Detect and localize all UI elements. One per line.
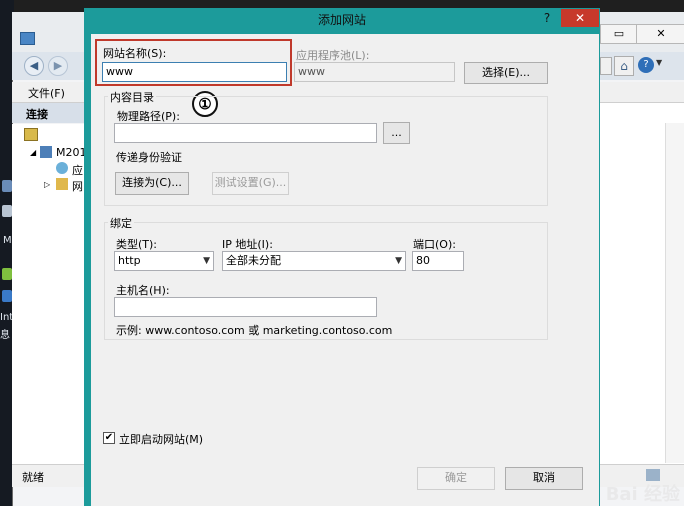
dialog-title: 添加网站 [317,13,366,27]
sites-icon [56,178,68,190]
address-toolbar-right: ⌂ ? ▼ [598,52,684,80]
toolbar-icon[interactable] [600,57,612,75]
passthrough-auth-label: 传递身份验证 [116,151,182,164]
tree-expand-icon[interactable]: ▷ [44,180,50,189]
cancel-button[interactable]: 取消 [505,467,583,490]
window-restore-button[interactable]: ▭ [600,24,638,44]
site-name-highlight-box [95,39,292,86]
ip-address-value: 全部未分配 [226,254,281,267]
select-app-pool-button[interactable]: 选择(E)... [464,62,548,84]
forward-icon[interactable]: ▶ [48,56,68,76]
chevron-down-icon: ▼ [395,256,402,266]
chevron-down-icon: ▼ [203,256,210,266]
desktop-label: M [3,235,12,246]
connect-icon[interactable] [24,128,38,141]
tree-item-server[interactable]: M201 [56,146,87,159]
type-label: 类型(T): [116,238,158,251]
app-icon [20,32,35,45]
test-settings-button: 测试设置(G)... [212,172,289,195]
tree-expand-icon[interactable]: ◢ [30,148,36,157]
connections-header: 连接 [12,103,84,123]
physical-path-input[interactable] [114,123,377,143]
tree-item-sites[interactable]: 网 [72,178,83,194]
desktop-icon[interactable] [2,205,12,217]
hostname-label: 主机名(H): [116,284,170,297]
desktop-label: 息 [0,330,10,341]
app-pool-input: www [294,62,455,82]
help-icon[interactable]: ? [638,57,654,73]
desktop-icon[interactable] [2,268,12,280]
baidu-watermark: Bai 经验 [605,484,680,505]
binding-type-select[interactable]: http ▼ [114,251,214,271]
status-text: 就绪 [22,471,44,484]
connections-header-label: 连接 [26,108,48,121]
physical-path-label: 物理路径(P): [117,110,180,123]
hostname-input[interactable] [114,297,377,317]
ip-address-select[interactable]: 全部未分配 ▼ [222,251,406,271]
server-icon [40,146,52,158]
ip-address-label: IP 地址(I): [222,238,273,251]
desktop-icon[interactable] [2,180,12,192]
menu-file[interactable]: 文件(F) [28,85,65,101]
desktop-icon[interactable] [2,290,12,302]
app-pool-label: 应用程序池(L): [296,49,370,62]
start-immediately-checkbox[interactable]: ✔ [103,432,115,444]
connections-tree: ◢ M201 应 ▷ 网 [12,124,87,464]
chevron-down-icon[interactable]: ▼ [656,58,662,67]
back-icon[interactable]: ◀ [24,56,44,76]
window-close-button[interactable]: ✕ [636,24,684,44]
connect-as-button[interactable]: 连接为(C)... [115,172,189,195]
tree-item-app-pools[interactable]: 应 [72,162,83,178]
dialog-help-button[interactable]: ? [540,9,554,27]
ok-button: 确定 [417,467,495,490]
port-input[interactable]: 80 [412,251,464,271]
hostname-example: 示例: www.contoso.com 或 marketing.contoso.… [116,324,393,337]
binding-label: 绑定 [108,215,134,231]
start-immediately-label[interactable]: 立即启动网站(M) [119,431,203,447]
dialog-close-button[interactable]: ✕ [561,9,599,27]
home-icon[interactable]: ⌂ [614,56,634,76]
app-pool-icon [56,162,68,174]
actions-pane [598,103,684,464]
browse-path-button[interactable]: ... [383,122,410,144]
binding-type-value: http [118,254,141,267]
port-label: 端口(O): [413,238,456,251]
pane-scroll-track[interactable] [665,123,684,463]
content-directory-label: 内容目录 [108,89,156,105]
